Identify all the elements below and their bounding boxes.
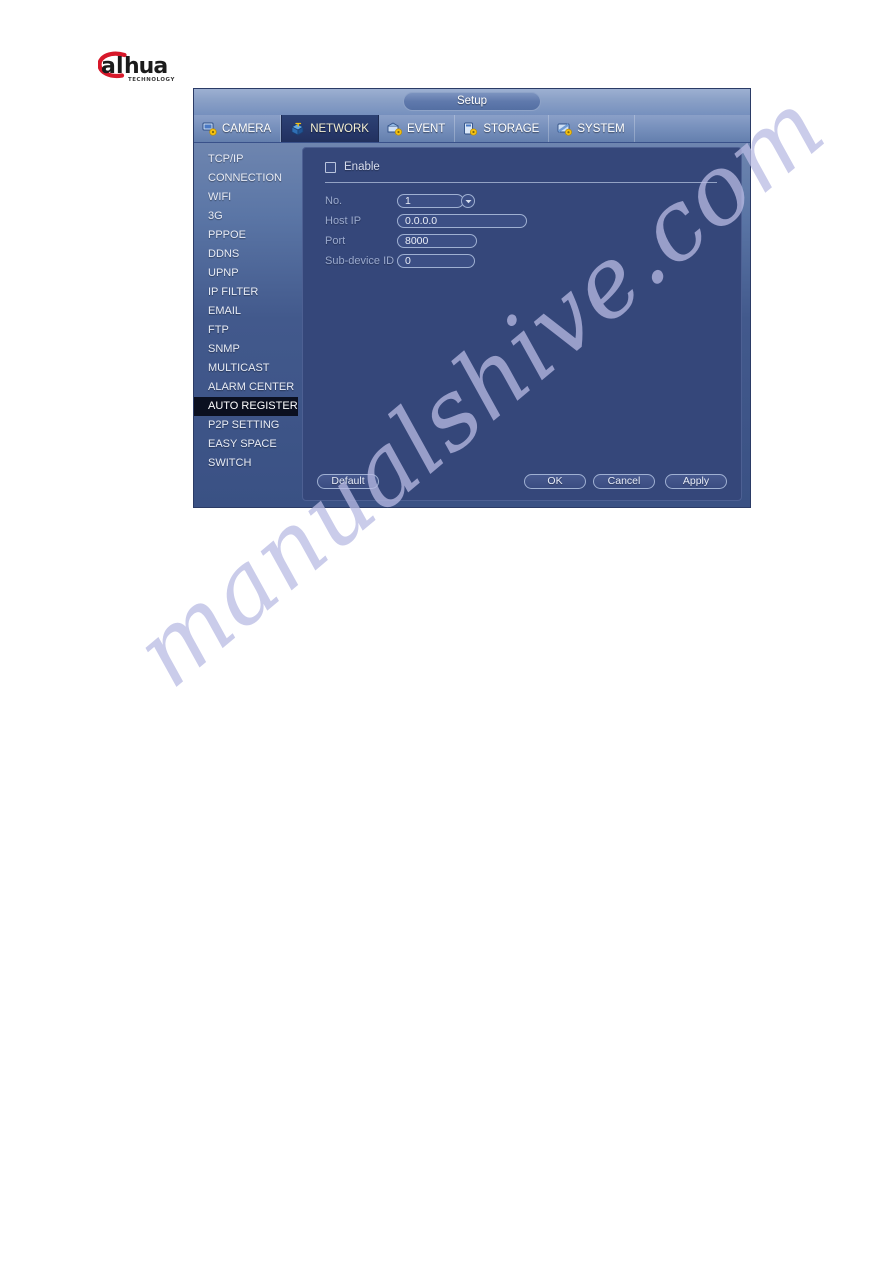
system-gear-icon	[557, 122, 573, 136]
svg-text:TECHNOLOGY: TECHNOLOGY	[128, 77, 175, 83]
sidebar-item-connection[interactable]: CONNECTION	[194, 169, 298, 188]
no-label: No.	[325, 195, 343, 207]
sidebar-item-tcpip[interactable]: TCP/IP	[194, 150, 298, 169]
svg-text:l: l	[116, 54, 123, 79]
chevron-down-icon[interactable]	[461, 194, 475, 208]
section-divider	[325, 182, 717, 183]
dahua-logo: a l hua TECHNOLOGY	[98, 50, 210, 84]
no-select-wrap[interactable]: 1	[397, 194, 475, 208]
form-row-port: Port 8000	[325, 231, 741, 251]
enable-label: Enable	[344, 161, 380, 173]
tab-storage-label: STORAGE	[483, 122, 540, 135]
sidebar-item-3g[interactable]: 3G	[194, 207, 298, 226]
auto-register-form: No. 1 Host IP 0.0.0.0 Port 8000 Sub-devi…	[325, 191, 741, 271]
sidebar-item-ftp[interactable]: FTP	[194, 321, 298, 340]
enable-row: Enable	[325, 161, 741, 173]
cancel-button[interactable]: Cancel	[593, 474, 655, 489]
window-title: Setup	[403, 92, 541, 111]
apply-button[interactable]: Apply	[665, 474, 727, 489]
event-gear-icon	[387, 122, 403, 136]
default-button[interactable]: Default	[317, 474, 379, 489]
form-row-no: No. 1	[325, 191, 741, 211]
sidebar-item-pppoe[interactable]: PPPOE	[194, 226, 298, 245]
port-input[interactable]: 8000	[397, 234, 477, 248]
sidebar-item-email[interactable]: EMAIL	[194, 302, 298, 321]
window-title-bar: Setup	[194, 89, 750, 115]
sidebar-item-easy-space[interactable]: EASY SPACE	[194, 435, 298, 454]
tab-camera-label: CAMERA	[222, 122, 272, 135]
svg-text:hua: hua	[124, 54, 167, 79]
camera-gear-icon	[202, 122, 218, 136]
tab-storage[interactable]: STORAGE	[455, 115, 550, 142]
tab-system[interactable]: SYSTEM	[549, 115, 635, 142]
sub-device-id-input[interactable]: 0	[397, 254, 475, 268]
sub-device-id-label: Sub-device ID	[325, 255, 395, 267]
network-sidebar: TCP/IP CONNECTION WIFI 3G PPPOE DDNS UPN…	[194, 142, 298, 507]
tab-network-label: NETWORK	[310, 122, 369, 135]
main-tab-bar: CAMERA NETWORK EVENT STORAGE SYSTEM	[194, 115, 750, 143]
action-button-bar: Default OK Cancel Apply	[303, 474, 741, 491]
form-row-sub-device-id: Sub-device ID 0	[325, 251, 741, 271]
tab-event-label: EVENT	[406, 122, 446, 135]
network-gear-icon	[290, 122, 306, 136]
setup-window: Setup CAMERA NETWORK EVENT STORAGE SYSTE…	[193, 88, 751, 508]
sidebar-item-wifi[interactable]: WIFI	[194, 188, 298, 207]
tab-event[interactable]: EVENT	[379, 115, 456, 142]
tab-system-label: SYSTEM	[577, 122, 625, 135]
tab-network[interactable]: NETWORK	[281, 115, 379, 142]
sidebar-item-p2p-setting[interactable]: P2P SETTING	[194, 416, 298, 435]
sidebar-item-ip-filter[interactable]: IP FILTER	[194, 283, 298, 302]
host-ip-input[interactable]: 0.0.0.0	[397, 214, 527, 228]
tab-camera[interactable]: CAMERA	[194, 115, 282, 142]
svg-text:a: a	[101, 54, 115, 79]
sidebar-item-snmp[interactable]: SNMP	[194, 340, 298, 359]
port-label: Port	[325, 235, 346, 247]
sidebar-item-upnp[interactable]: UPNP	[194, 264, 298, 283]
storage-gear-icon	[463, 122, 479, 136]
enable-checkbox[interactable]	[325, 161, 336, 173]
no-select-value[interactable]: 1	[397, 194, 464, 208]
sidebar-item-switch[interactable]: SWITCH	[194, 454, 298, 473]
window-body: TCP/IP CONNECTION WIFI 3G PPPOE DDNS UPN…	[194, 142, 750, 507]
auto-register-panel: Enable No. 1 Host IP 0.0.0.0 Port 8000 S…	[302, 147, 742, 501]
sidebar-item-multicast[interactable]: MULTICAST	[194, 359, 298, 378]
sidebar-item-alarm-center[interactable]: ALARM CENTER	[194, 378, 298, 397]
host-ip-label: Host IP	[325, 215, 362, 227]
sidebar-item-ddns[interactable]: DDNS	[194, 245, 298, 264]
sidebar-item-auto-register[interactable]: AUTO REGISTER	[194, 397, 298, 416]
ok-button[interactable]: OK	[524, 474, 586, 489]
form-row-host-ip: Host IP 0.0.0.0	[325, 211, 741, 231]
